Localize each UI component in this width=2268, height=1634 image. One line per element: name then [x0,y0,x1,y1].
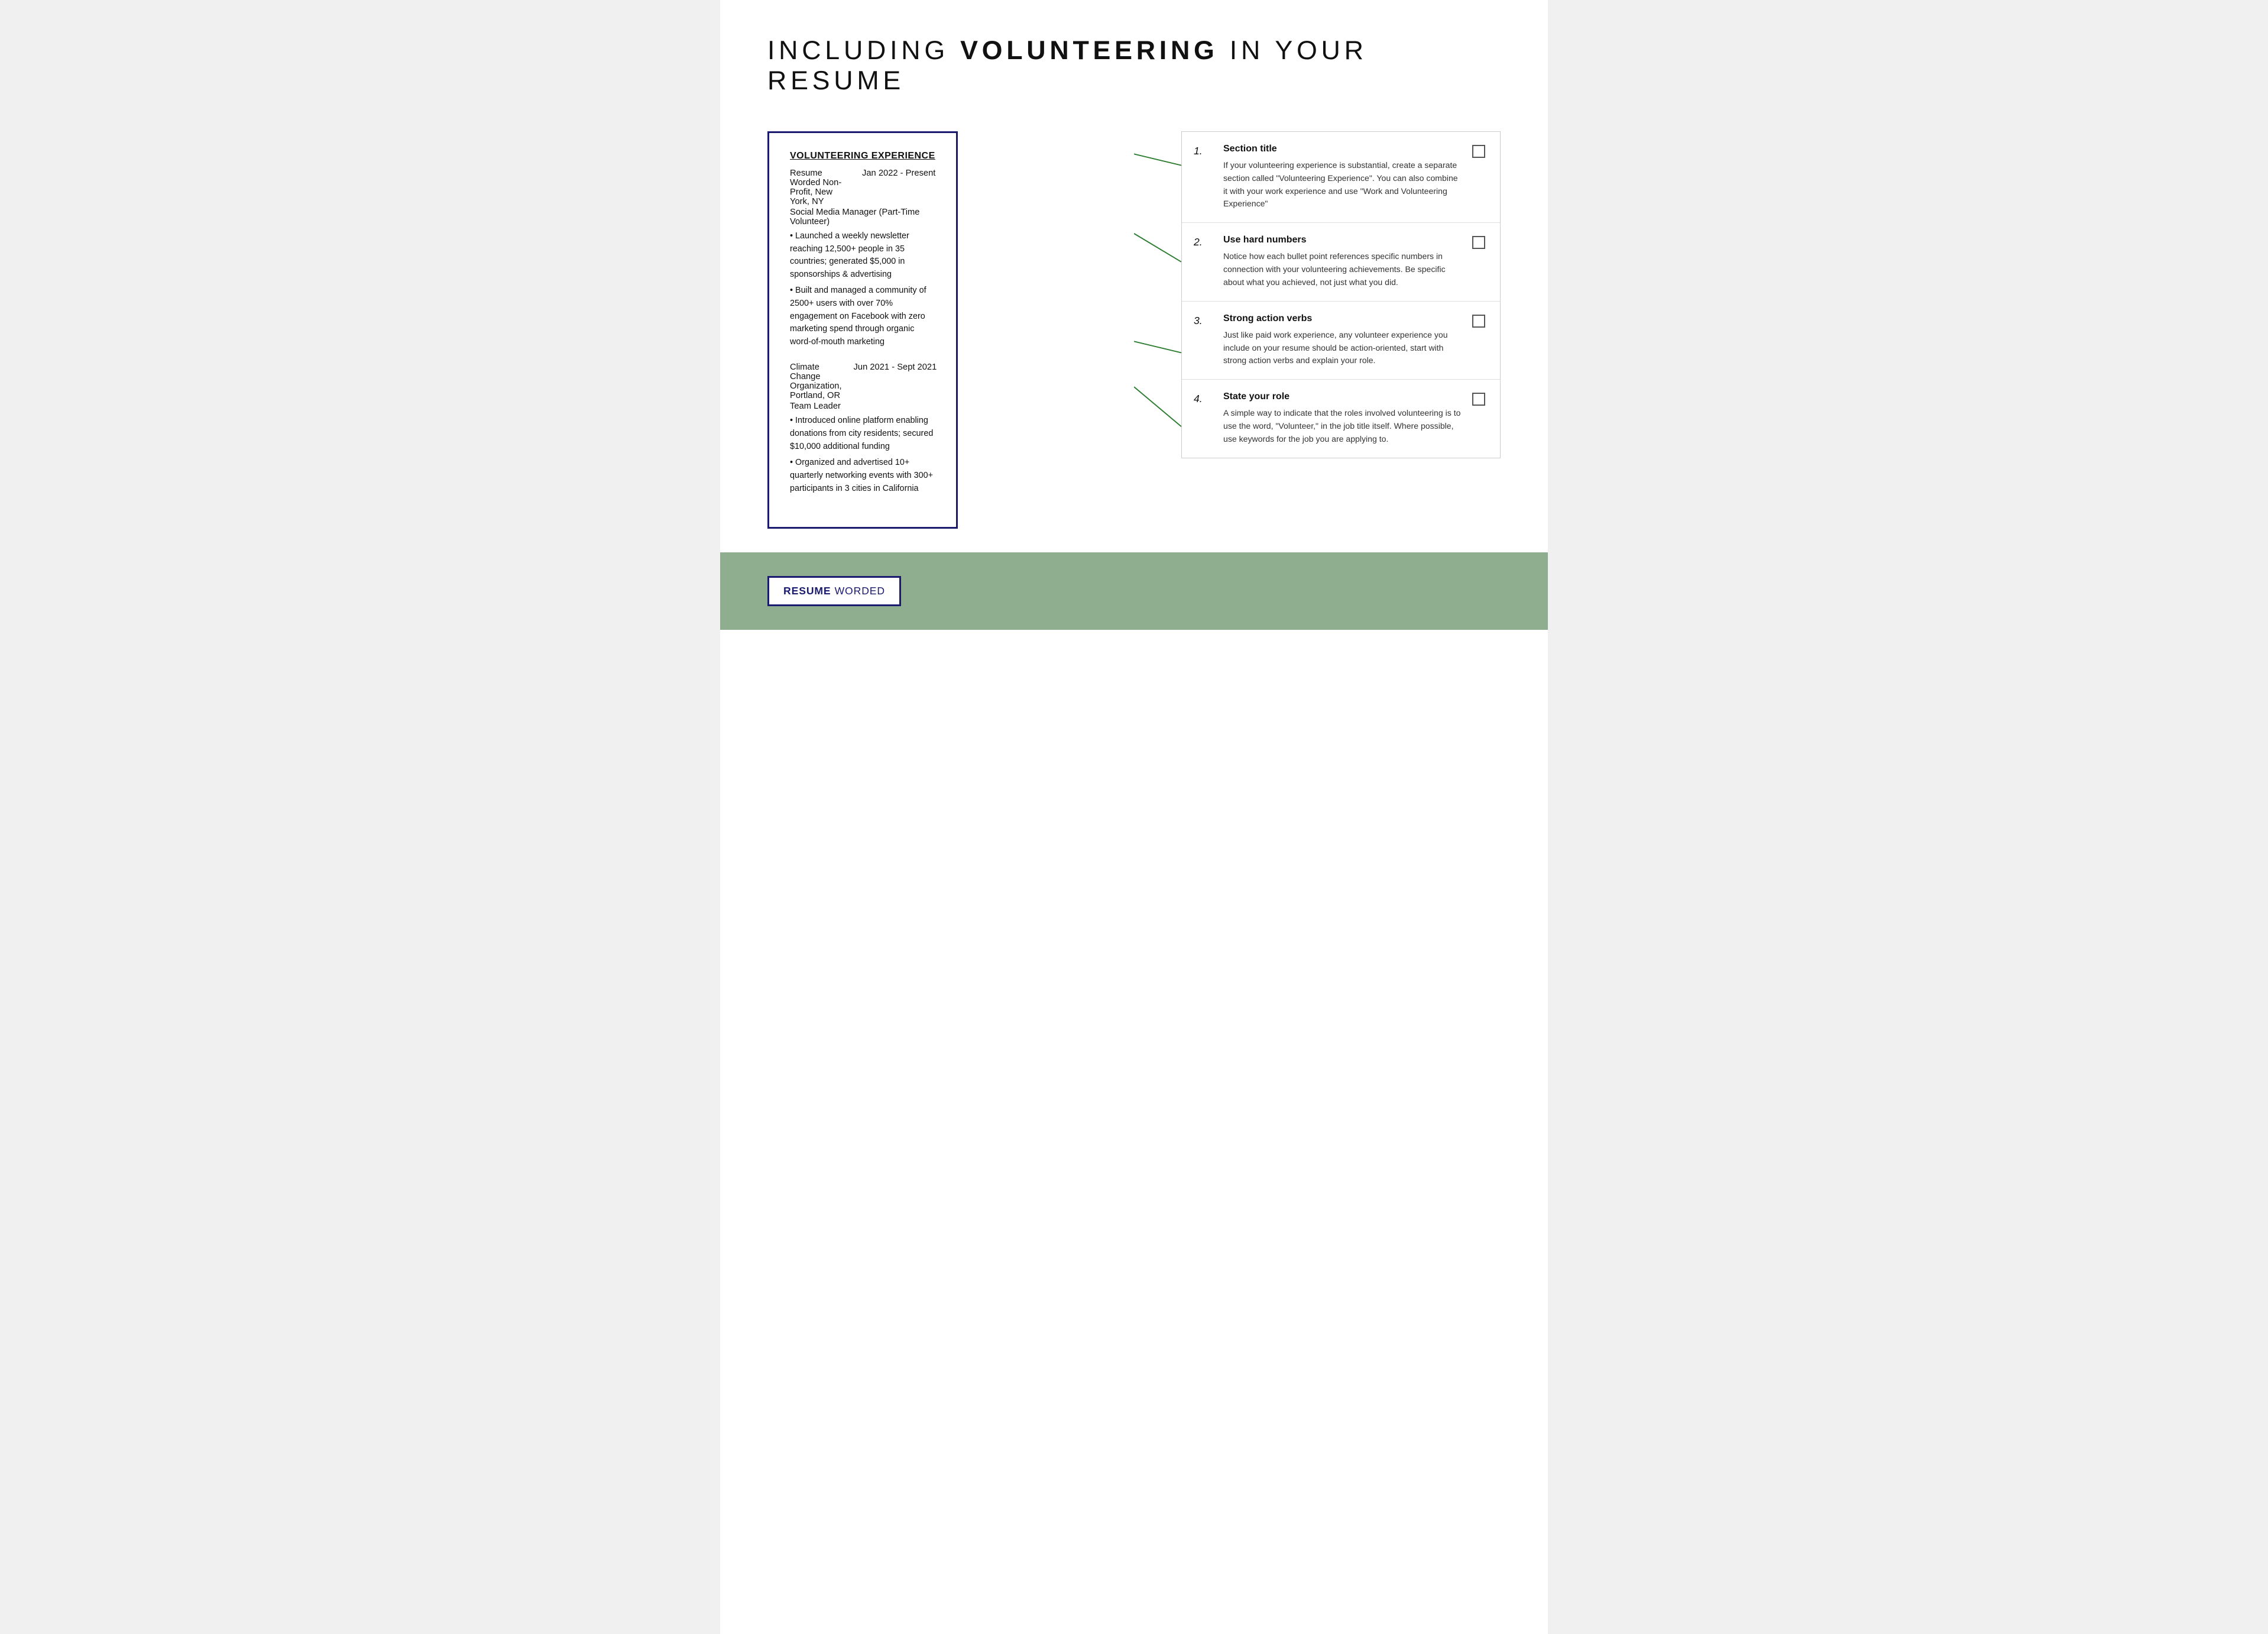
resume-bullet-1-1: Launched a weekly newsletter reaching 12… [790,230,935,281]
resume-role-1: Social Media Manager (Part-Time Voluntee… [790,208,935,227]
resume-dates-2: Jun 2021 - Sept 2021 [854,363,937,372]
connector-column [1134,131,1181,529]
main-content: VOLUNTEERING EXPERIENCE Resume Worded No… [767,131,1501,529]
tip-content-3: Strong action verbs Just like paid work … [1223,313,1463,367]
resume-bullets-1: Launched a weekly newsletter reaching 12… [790,230,935,348]
tips-column: 1. Section title If your volunteering ex… [1181,131,1501,529]
tip-content-4: State your role A simple way to indicate… [1223,391,1463,445]
tip-item-1: 1. Section title If your volunteering ex… [1182,132,1500,223]
tip-content-1: Section title If your volunteering exper… [1223,144,1463,211]
logo-worded-text: WORDED [835,585,885,597]
tip-text-1: If your volunteering experience is subst… [1223,159,1463,211]
resume-role-2: Team Leader [790,402,935,411]
resume-entry-2: Climate Change Organization, Portland, O… [790,363,935,495]
tip-number-3: 3. [1194,313,1214,327]
tip-item-3: 3. Strong action verbs Just like paid wo… [1182,302,1500,380]
logo-resume-text: RESUME [783,585,831,597]
logo-box: RESUME WORDED [767,576,901,606]
resume-section-title: VOLUNTEERING EXPERIENCE [790,151,935,161]
tip-number-2: 2. [1194,235,1214,248]
tip-checkbox-3[interactable] [1472,315,1485,328]
bottom-section: RESUME WORDED [720,552,1548,630]
tip-checkbox-2[interactable] [1472,236,1485,249]
tip-item-4: 4. State your role A simple way to indic… [1182,380,1500,457]
resume-bullet-1-2: Built and managed a community of 2500+ u… [790,284,935,348]
tip-title-2: Use hard numbers [1223,235,1463,245]
tip-title-3: Strong action verbs [1223,313,1463,324]
resume-column: VOLUNTEERING EXPERIENCE Resume Worded No… [767,131,1134,529]
tip-checkbox-4[interactable] [1472,393,1485,406]
tip-number-1: 1. [1194,144,1214,157]
resume-org-1: Resume Worded Non-Profit, New York, NY [790,169,850,206]
page-wrapper: INCLUDING VOLUNTEERING IN YOUR RESUME VO… [720,0,1548,1634]
resume-bullets-2: Introduced online platform enabling dona… [790,415,935,495]
tip-content-2: Use hard numbers Notice how each bullet … [1223,235,1463,289]
tip-text-3: Just like paid work experience, any volu… [1223,329,1463,367]
resume-entry-1: Resume Worded Non-Profit, New York, NY J… [790,169,935,348]
resume-box: VOLUNTEERING EXPERIENCE Resume Worded No… [767,131,958,529]
tip-text-4: A simple way to indicate that the roles … [1223,407,1463,445]
tips-panel: 1. Section title If your volunteering ex… [1181,131,1501,458]
tip-number-4: 4. [1194,391,1214,405]
tip-item-2: 2. Use hard numbers Notice how each bull… [1182,223,1500,301]
resume-entry-1-header: Resume Worded Non-Profit, New York, NY J… [790,169,935,206]
resume-bullet-2-2: Organized and advertised 10+ quarterly n… [790,457,935,495]
resume-dates-1: Jan 2022 - Present [862,169,935,178]
tip-title-1: Section title [1223,144,1463,154]
tip-text-2: Notice how each bullet point references … [1223,250,1463,289]
page-title: INCLUDING VOLUNTEERING IN YOUR RESUME [767,35,1501,96]
resume-bullet-2-1: Introduced online platform enabling dona… [790,415,935,453]
resume-entry-2-header: Climate Change Organization, Portland, O… [790,363,935,400]
resume-org-2: Climate Change Organization, Portland, O… [790,363,842,400]
tip-checkbox-1[interactable] [1472,145,1485,158]
tip-title-4: State your role [1223,391,1463,402]
